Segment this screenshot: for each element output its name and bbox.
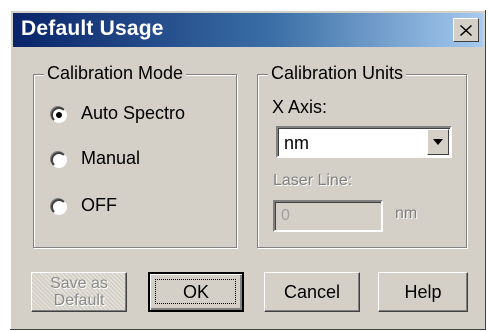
save-as-default-line1: Save as — [50, 275, 108, 292]
x-axis-selected-value: nm — [284, 133, 310, 153]
laser-line-unit: nm — [395, 205, 418, 222]
cancel-button[interactable]: Cancel — [264, 272, 360, 312]
calibration-mode-legend: Calibration Mode — [44, 63, 187, 84]
close-icon — [460, 24, 472, 36]
radio-selected-dot — [56, 112, 62, 118]
laser-line-label: Laser Line: — [273, 172, 353, 189]
radio-manual[interactable] — [51, 152, 67, 168]
radio-auto-spectro-label[interactable]: Auto Spectro — [81, 103, 185, 124]
radio-auto-spectro[interactable] — [51, 107, 67, 123]
laser-line-input: 0 — [273, 200, 383, 232]
laser-line-value: 0 — [281, 207, 290, 224]
radio-off[interactable] — [51, 199, 67, 215]
x-axis-label: X Axis: — [272, 97, 328, 117]
help-button[interactable]: Help — [378, 272, 468, 312]
save-as-default-line2: Default — [53, 292, 105, 309]
cancel-button-label: Cancel — [283, 281, 341, 302]
help-button-label: Help — [404, 281, 442, 302]
radio-off-label[interactable]: OFF — [81, 195, 117, 216]
chevron-down-icon — [433, 139, 443, 145]
x-axis-select[interactable]: nm — [276, 126, 452, 158]
title-bar[interactable]: Default Usage — [13, 13, 483, 47]
focus-rectangle — [155, 279, 236, 304]
window-title: Default Usage — [21, 17, 164, 40]
save-as-default-button: Save as Default — [31, 272, 127, 312]
ok-button[interactable]: OK — [148, 272, 244, 312]
dropdown-button[interactable] — [427, 129, 449, 155]
calibration-units-legend: Calibration Units — [268, 63, 407, 84]
radio-manual-label[interactable]: Manual — [81, 148, 140, 169]
close-button[interactable] — [453, 18, 479, 42]
